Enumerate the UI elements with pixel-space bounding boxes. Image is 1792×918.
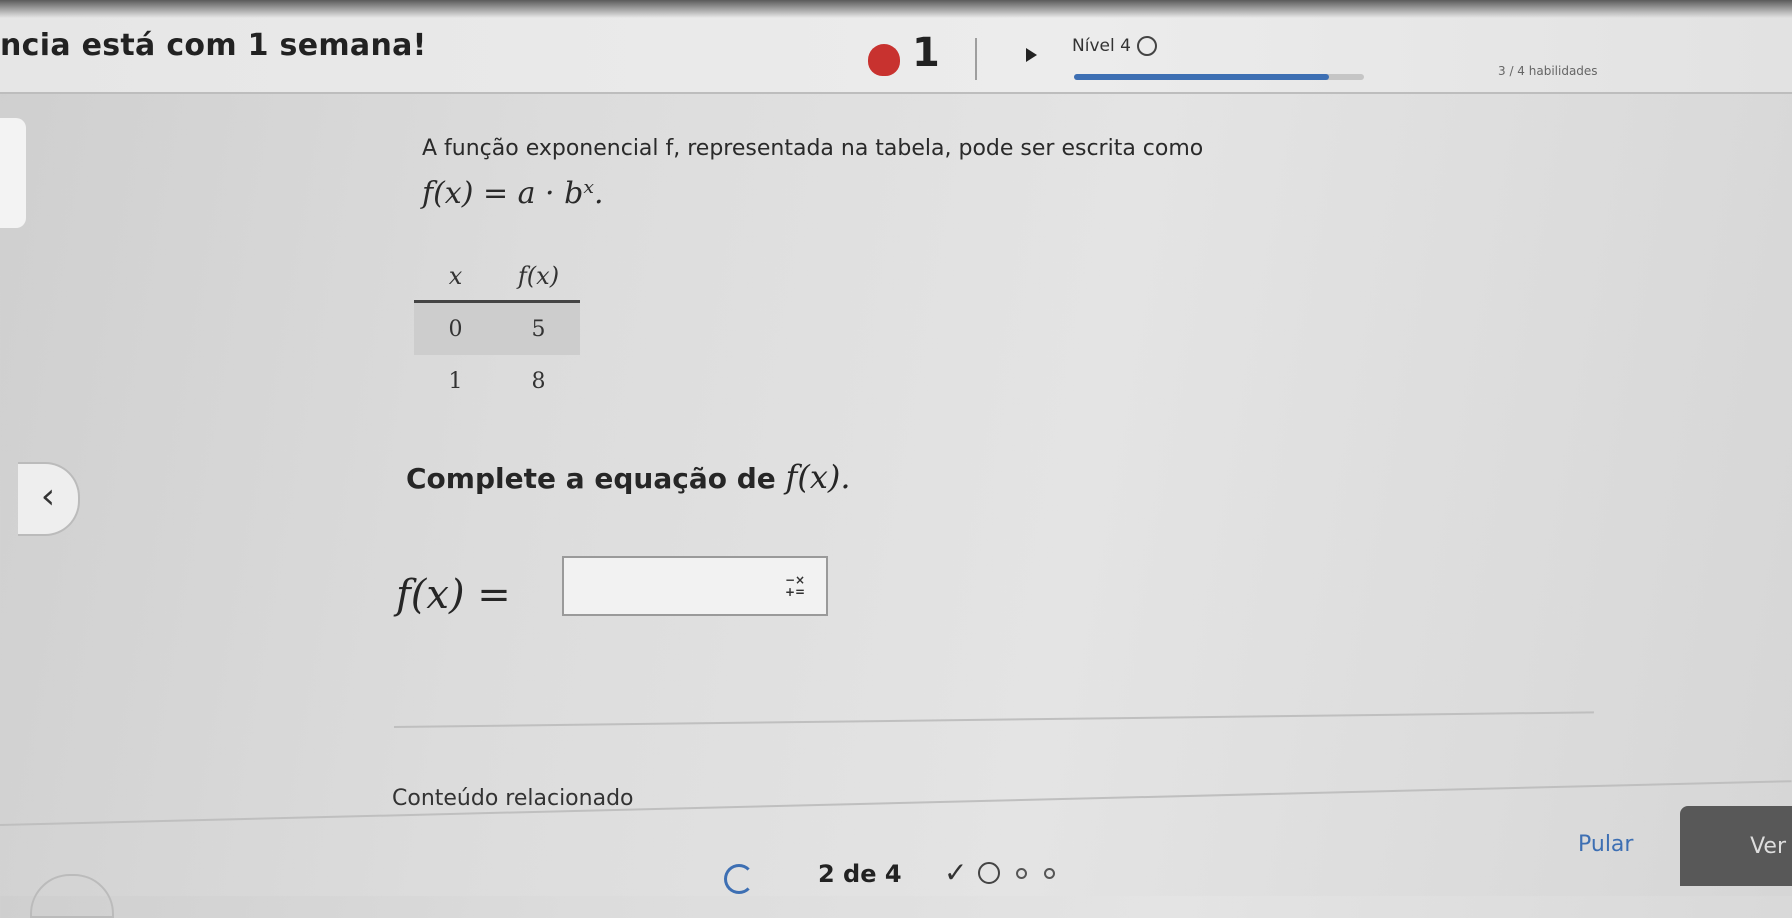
streak-count: 1 bbox=[912, 30, 940, 76]
table-header-fx: f(x) bbox=[517, 262, 560, 290]
progress-label: 3 / 4 habilidades bbox=[1498, 64, 1598, 78]
values-table: x f(x) 0 5 1 8 bbox=[414, 252, 580, 407]
footer-divider bbox=[0, 780, 1792, 826]
check-icon: ✓ bbox=[944, 856, 968, 889]
restart-icon[interactable] bbox=[724, 864, 754, 894]
current-step-dot bbox=[978, 862, 1000, 884]
related-content-link[interactable]: Conteúdo relacionado bbox=[392, 786, 634, 811]
skip-button[interactable]: Pular bbox=[1578, 832, 1633, 857]
question-pager: 2 de 4 bbox=[818, 860, 902, 888]
math-keypad-icon[interactable]: −× += bbox=[778, 574, 812, 600]
problem-prompt: A função exponencial f, representada na … bbox=[422, 136, 1204, 161]
info-icon[interactable] bbox=[1136, 36, 1157, 56]
step-dot bbox=[1016, 868, 1027, 879]
top-bar: ncia está com 1 semana! 1 Nível 4 3 / 4 … bbox=[0, 0, 1792, 94]
side-panel-tab[interactable] bbox=[0, 118, 26, 228]
table-row: 1 8 bbox=[414, 355, 580, 407]
problem-formula: f(x) = a · bˣ. bbox=[422, 176, 604, 211]
streak-message: ncia está com 1 semana! bbox=[0, 28, 427, 63]
table-cell: 8 bbox=[531, 368, 546, 394]
corner-decoration bbox=[30, 874, 114, 918]
level-indicator[interactable]: Nível 4 bbox=[1072, 36, 1157, 56]
level-label: Nível 4 bbox=[1072, 36, 1131, 56]
table-cell: 0 bbox=[448, 316, 463, 342]
table-row: 0 5 bbox=[414, 303, 580, 355]
table-header-x: x bbox=[448, 262, 463, 290]
answer-label: f(x) = bbox=[396, 572, 511, 618]
instruction-function: f(x). bbox=[785, 458, 851, 496]
level-progress-bar bbox=[1074, 74, 1364, 80]
table-cell: 1 bbox=[448, 368, 463, 394]
verify-button[interactable]: Ver bbox=[1680, 806, 1792, 886]
play-icon[interactable] bbox=[1026, 48, 1037, 62]
table-header: x f(x) bbox=[414, 252, 580, 303]
back-button[interactable]: ‹ bbox=[18, 462, 80, 536]
streak-fire-icon bbox=[868, 44, 900, 76]
table-cell: 5 bbox=[531, 316, 546, 342]
instruction-label: Complete a equação de bbox=[406, 462, 786, 495]
chevron-left-icon: ‹ bbox=[40, 476, 56, 517]
level-progress-fill bbox=[1074, 74, 1330, 80]
step-dot bbox=[1044, 868, 1055, 879]
header-divider bbox=[975, 38, 977, 80]
section-divider bbox=[393, 711, 1594, 728]
instruction-text: Complete a equação de f(x). bbox=[406, 458, 851, 496]
